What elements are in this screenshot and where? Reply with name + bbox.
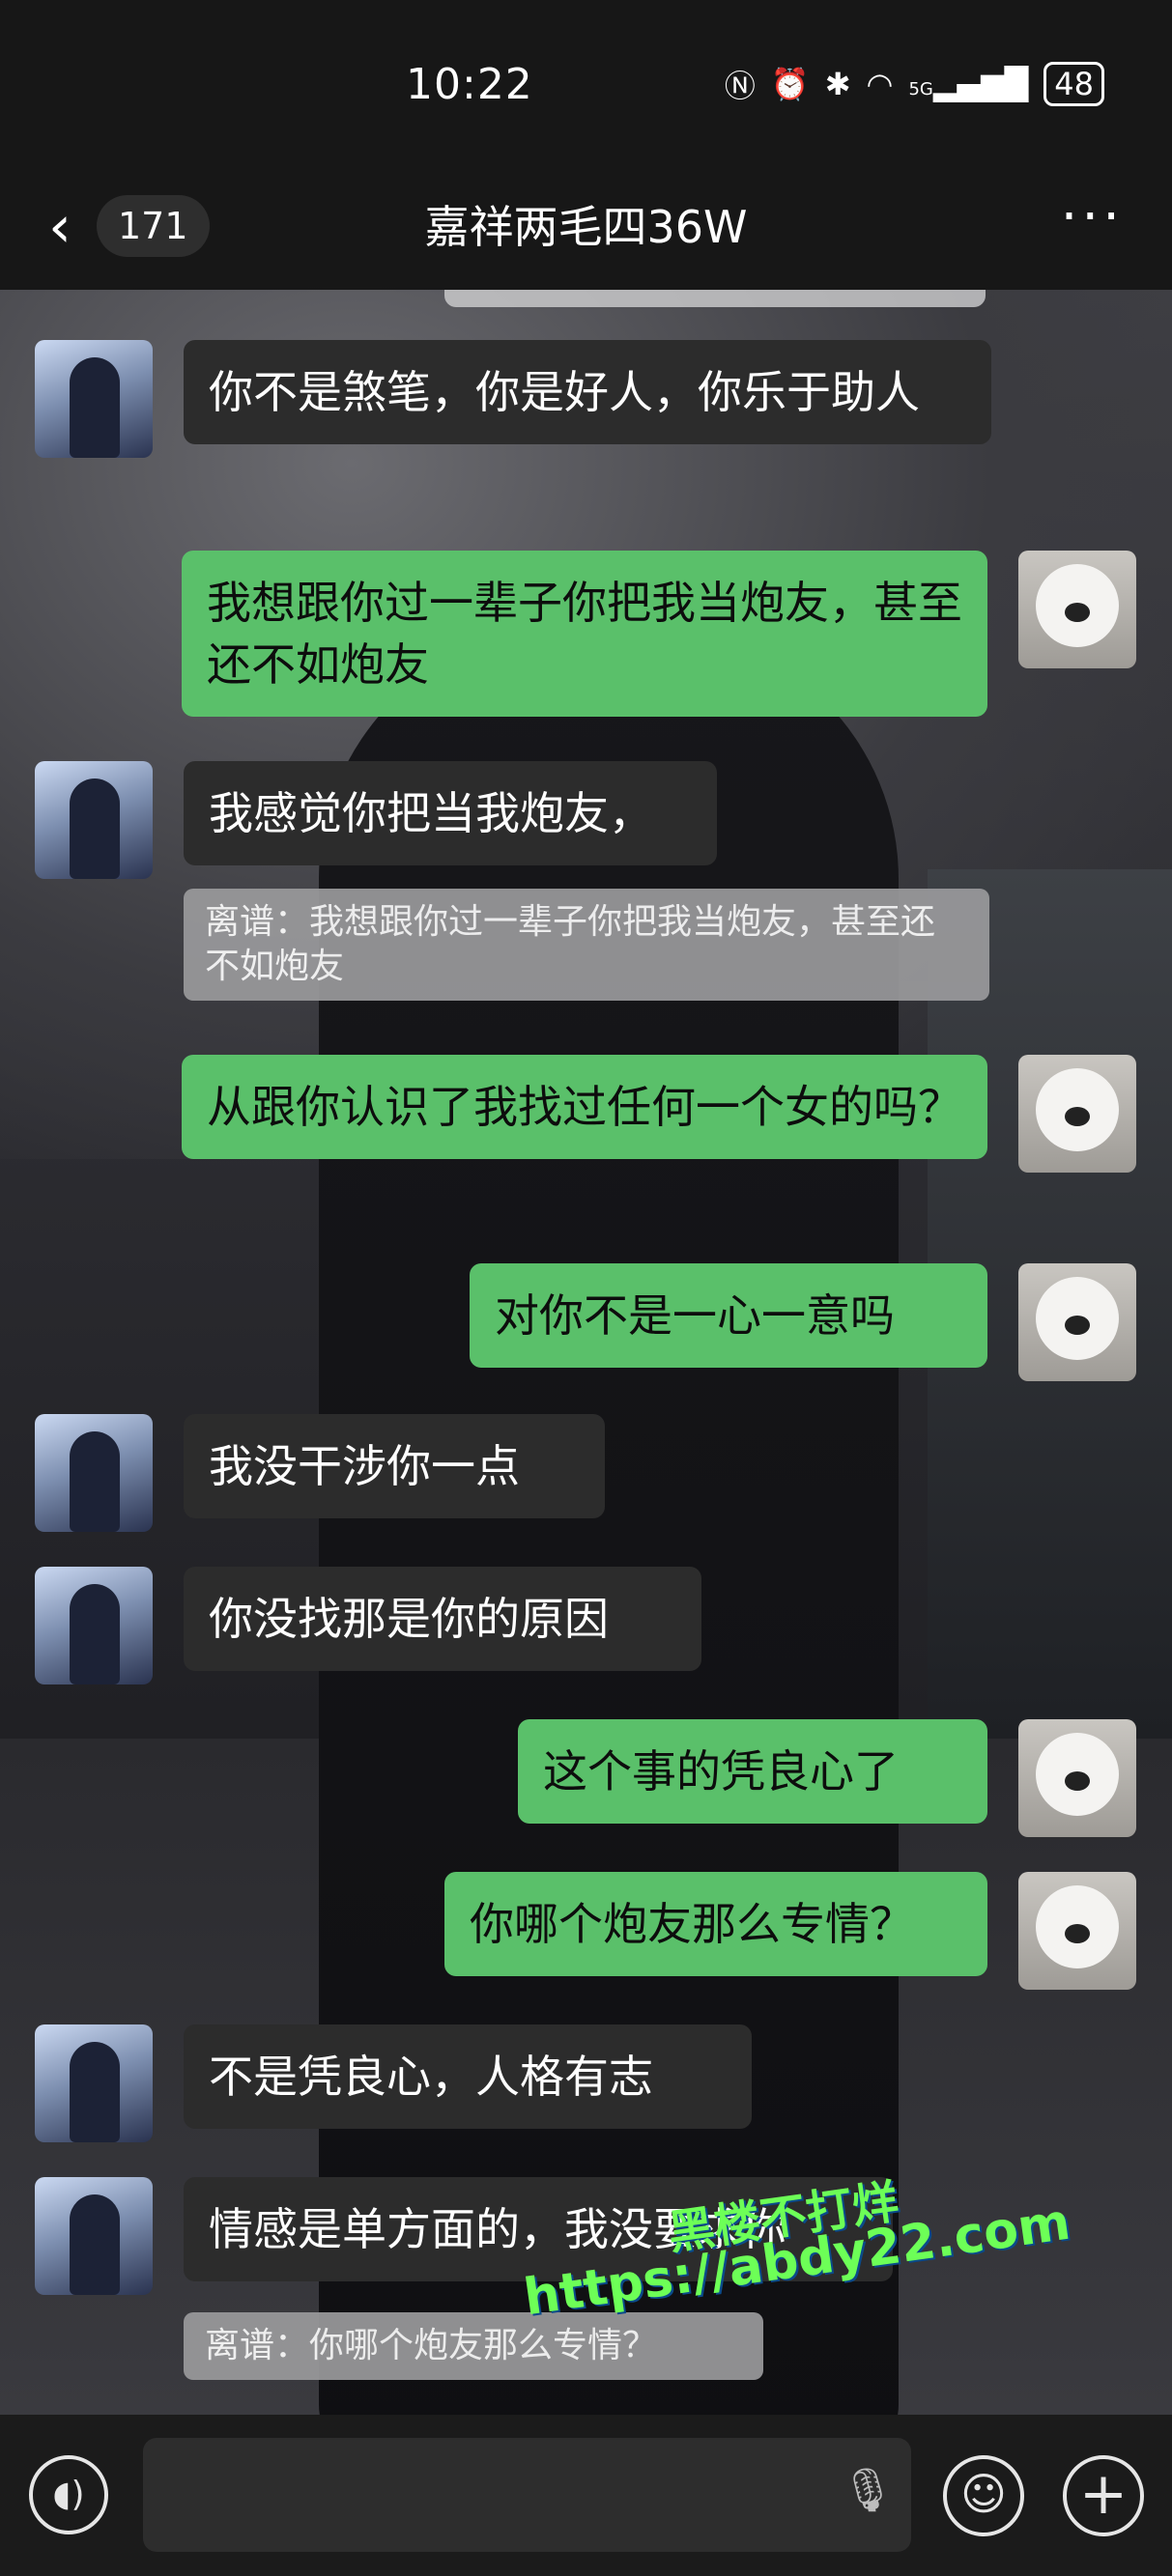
message-bubble-outgoing[interactable]: 我想跟你过一辈子你把我当炮友，甚至还不如炮友 bbox=[182, 551, 987, 717]
message-bubble-outgoing[interactable]: 从跟你认识了我找过任何一个女的吗？ bbox=[182, 1055, 987, 1159]
message-bubble-outgoing[interactable]: 对你不是一心一意吗 bbox=[470, 1263, 987, 1368]
more-dots-icon[interactable]: ··· bbox=[1061, 185, 1124, 248]
emoji-icon[interactable]: ☺ bbox=[943, 2455, 1024, 2536]
input-bar: ◖) 🎙 ☺ + bbox=[0, 2415, 1172, 2576]
message-bubble-incoming[interactable]: 你不是煞笔，你是好人，你乐于助人 bbox=[184, 340, 991, 444]
my-avatar[interactable] bbox=[1018, 1263, 1136, 1381]
status-time: 10:22 bbox=[406, 60, 533, 109]
contact-avatar[interactable] bbox=[35, 2024, 153, 2142]
alarm-icon: ⏰ bbox=[770, 66, 810, 102]
5g-signal-icon: 5G▂▄▆█ bbox=[908, 66, 1029, 102]
mic-icon[interactable]: 🎙 bbox=[841, 2465, 895, 2515]
message-bubble-incoming[interactable]: 不是凭良心，人格有志 bbox=[184, 2024, 752, 2129]
previous-message-edge bbox=[444, 290, 986, 307]
contact-avatar[interactable] bbox=[35, 340, 153, 458]
my-avatar[interactable] bbox=[1018, 1872, 1136, 1990]
contact-avatar[interactable] bbox=[35, 761, 153, 879]
contact-avatar[interactable] bbox=[35, 1414, 153, 1532]
plus-icon[interactable]: + bbox=[1063, 2455, 1144, 2536]
message-bubble-outgoing[interactable]: 这个事的凭良心了 bbox=[518, 1719, 987, 1824]
message-input[interactable] bbox=[143, 2438, 911, 2552]
message-bubble-incoming[interactable]: 我没干涉你一点 bbox=[184, 1414, 605, 1518]
my-avatar[interactable] bbox=[1018, 551, 1136, 668]
contact-avatar[interactable] bbox=[35, 1567, 153, 1684]
battery-indicator: 48 bbox=[1043, 62, 1104, 106]
message-bubble-outgoing[interactable]: 你哪个炮友那么专情？ bbox=[444, 1872, 987, 1976]
status-bar: 10:22 Ⓝ ⏰ ✱ ◠ 5G▂▄▆█ 48 bbox=[0, 0, 1172, 174]
message-bubble-incoming[interactable]: 你没找那是你的原因 bbox=[184, 1567, 701, 1671]
wifi-icon: ◠ bbox=[866, 66, 894, 102]
quoted-message[interactable]: 离谱：你哪个炮友那么专情？ bbox=[184, 2312, 763, 2380]
my-avatar[interactable] bbox=[1018, 1055, 1136, 1173]
nfc-icon: Ⓝ bbox=[724, 68, 756, 104]
contact-avatar[interactable] bbox=[35, 2177, 153, 2295]
quoted-message[interactable]: 离谱：我想跟你过一辈子你把我当炮友，甚至还不如炮友 bbox=[184, 889, 989, 1001]
bluetooth-icon: ✱ bbox=[824, 66, 851, 102]
status-icons: Ⓝ ⏰ ✱ ◠ 5G▂▄▆█ 48 bbox=[725, 62, 1104, 106]
my-avatar[interactable] bbox=[1018, 1719, 1136, 1837]
voice-icon[interactable]: ◖) bbox=[29, 2455, 108, 2534]
message-bubble-incoming[interactable]: 我感觉你把当我炮友， bbox=[184, 761, 717, 865]
chat-title: 嘉祥两毛四36W bbox=[424, 201, 748, 253]
chat-header: ‹ 171 嘉祥两毛四36W ··· bbox=[0, 174, 1172, 290]
